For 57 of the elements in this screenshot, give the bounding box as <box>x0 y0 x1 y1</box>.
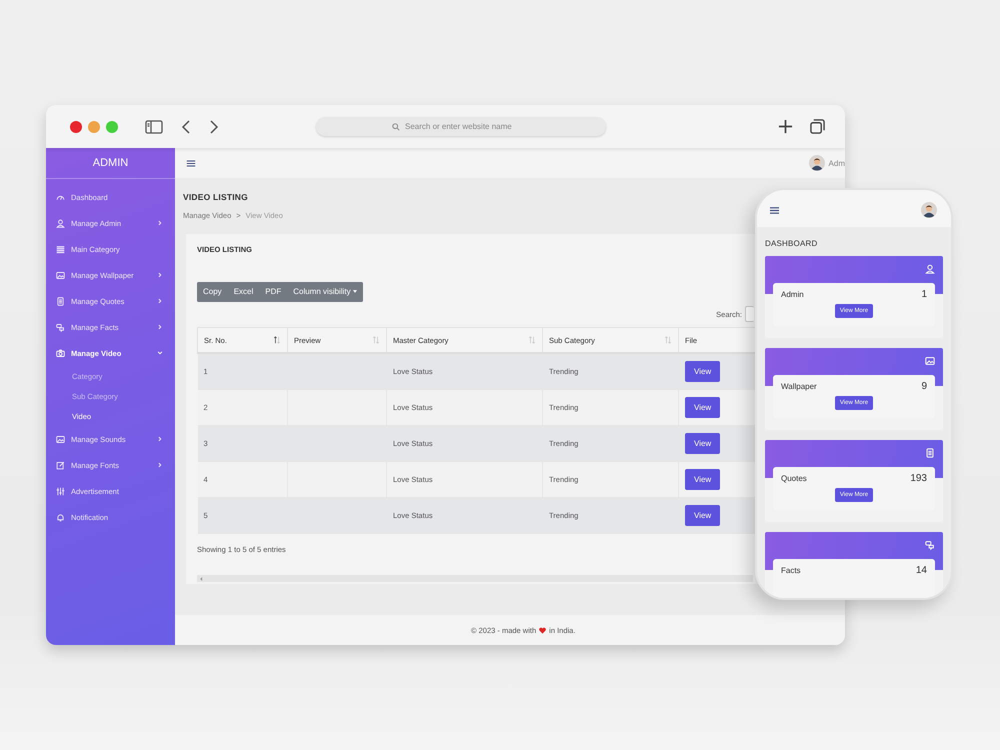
sort-icon <box>372 336 380 344</box>
view-button[interactable]: View <box>685 397 720 418</box>
menu-item-icon <box>56 348 65 358</box>
view-button[interactable]: View <box>685 505 720 526</box>
sidebar-toggle-icon[interactable] <box>145 120 163 134</box>
stat-label: Admin <box>781 290 804 299</box>
caret-icon <box>352 290 357 293</box>
chevron-right-icon <box>157 298 163 304</box>
menu-item-icon <box>56 460 65 470</box>
sort-icon <box>273 336 281 344</box>
chevron-down-icon <box>157 350 163 356</box>
menu-item-icon <box>56 218 65 228</box>
chevron-right-icon <box>157 324 163 330</box>
menu-item-icon <box>56 270 65 280</box>
stat-label: Facts <box>781 566 801 575</box>
chevron-right-icon <box>157 220 163 226</box>
page-title: VIDEO LISTING <box>183 192 249 202</box>
sort-icon <box>528 336 536 344</box>
menu-item-icon <box>56 486 65 496</box>
close-button[interactable] <box>70 120 82 132</box>
chevron-right-icon <box>157 436 163 442</box>
address-field[interactable]: Search or enter website name <box>316 117 606 136</box>
avatar-icon[interactable] <box>808 155 825 171</box>
chevron-right-icon <box>157 272 163 278</box>
stat-count: 193 <box>910 473 927 484</box>
stat-count: 14 <box>916 565 927 576</box>
card-icon <box>925 448 935 458</box>
menu-icon[interactable] <box>186 158 196 168</box>
stat-label: Wallpaper <box>781 382 817 391</box>
stat-label: Quotes <box>781 474 807 483</box>
heart-icon <box>539 626 546 634</box>
horizontal-scrollbar[interactable] <box>197 575 753 582</box>
sort-icon <box>664 336 672 344</box>
forward-icon[interactable] <box>209 120 219 134</box>
menu-icon[interactable] <box>769 206 780 214</box>
menu-item-icon <box>56 244 65 254</box>
stat-count: 9 <box>921 381 927 392</box>
view-button[interactable]: View <box>685 469 720 490</box>
user-name[interactable]: Adm <box>828 158 845 168</box>
stat-count: 1 <box>921 289 927 300</box>
menu-item-icon <box>56 512 65 522</box>
card-icon <box>925 540 935 550</box>
menu-item-icon <box>56 322 65 332</box>
search-field[interactable] <box>745 306 754 322</box>
back-icon[interactable] <box>181 120 191 134</box>
view-button[interactable]: View <box>685 433 720 454</box>
avatar-icon[interactable] <box>921 202 937 218</box>
search-icon <box>392 123 400 131</box>
menu-item-icon <box>56 296 65 306</box>
tabs-icon[interactable] <box>810 119 825 134</box>
view-button[interactable]: View <box>685 361 720 382</box>
card-icon <box>925 356 935 366</box>
card-icon <box>925 264 935 274</box>
chevron-right-icon <box>157 462 163 468</box>
dashboard-title: DASHBOARD <box>765 239 818 248</box>
new-tab-icon[interactable] <box>778 119 793 134</box>
menu-item-icon <box>56 434 65 444</box>
